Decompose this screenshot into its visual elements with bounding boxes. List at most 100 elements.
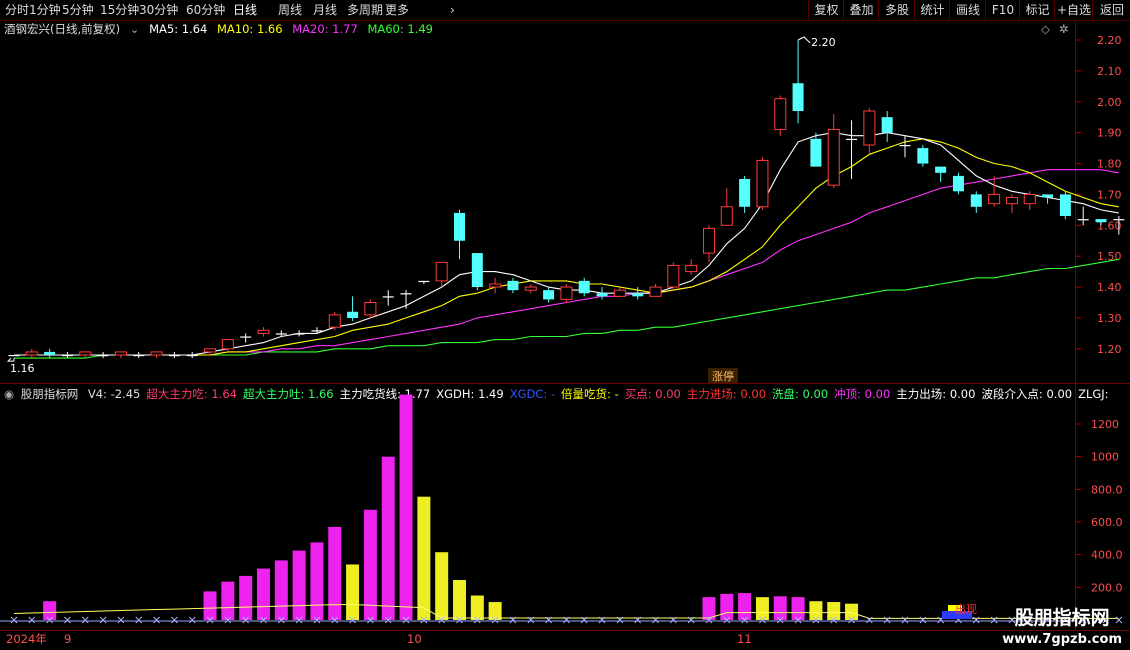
price-tick-label: 1.30 [1097, 312, 1122, 325]
high-marker-arrow [797, 36, 811, 44]
volume-bar [43, 601, 57, 620]
candle-body [524, 286, 537, 291]
candle-body [186, 355, 198, 357]
candle-body [702, 227, 715, 254]
candle-body [1095, 219, 1107, 223]
base-x-marker [28, 616, 36, 624]
volume-bar [417, 496, 431, 620]
candle-body [8, 355, 20, 357]
candle-body [168, 355, 180, 357]
candle-body [667, 264, 680, 288]
date-axis-year: 2024年 [6, 632, 47, 646]
volume-bar [274, 560, 288, 620]
price-tick-label: 2.00 [1097, 96, 1122, 109]
candle-body [25, 351, 38, 356]
low-marker-arrow [6, 357, 14, 362]
candle-body [774, 98, 787, 131]
ma5-line [14, 132, 1119, 356]
volume-bar [453, 579, 466, 620]
candle-body [328, 314, 341, 328]
base-x-marker [171, 616, 178, 624]
volume-bar [221, 581, 235, 620]
candle-body [1113, 219, 1125, 221]
date-axis-month-10: 10 [407, 632, 422, 646]
volume-tick-label: 400.0 [1091, 549, 1123, 562]
candle-body [935, 166, 947, 173]
candle-body [988, 193, 1001, 205]
volume-bar [203, 591, 217, 620]
volume-bar [363, 509, 377, 620]
candle-body [970, 194, 982, 207]
candle-body [720, 206, 733, 226]
base-x-marker [10, 616, 18, 624]
candle-body [382, 296, 394, 298]
price-tick-label: 1.80 [1097, 158, 1122, 171]
watermark-title: 股朋指标网 [1014, 607, 1110, 629]
volume-bar [773, 596, 787, 620]
price-tick-label: 1.70 [1097, 188, 1122, 201]
zhangting-tag: 涨停 [712, 369, 734, 383]
candle-body [150, 351, 163, 356]
candle-body [560, 286, 573, 300]
volume-bar [328, 526, 342, 620]
candle-body [863, 110, 876, 146]
low-price-label: 1.16 [10, 362, 35, 375]
candle-body [756, 159, 769, 208]
candle-body [418, 280, 430, 283]
candle-body [1059, 194, 1071, 217]
price-tick-label: 1.90 [1097, 127, 1122, 140]
volume-tick-label: 1200 [1091, 418, 1119, 431]
candle-body [435, 261, 448, 282]
candle-body [311, 330, 323, 332]
candle-body [881, 117, 893, 133]
volume-tick-label: 1000 [1091, 451, 1119, 464]
candle-body [649, 286, 662, 297]
base-x-marker [64, 616, 71, 624]
price-tick-label: 1.40 [1097, 281, 1122, 294]
candle-body [1023, 193, 1036, 205]
price-tick-label: 2.10 [1097, 65, 1122, 78]
volume-bar [791, 597, 805, 620]
watermark-url: www.7gpzb.com [1002, 632, 1122, 647]
chart-canvas[interactable]: 2.202.102.001.901.801.701.601.501.401.30… [0, 0, 1130, 650]
candle-body [1042, 194, 1054, 198]
ma60-line [14, 258, 1119, 359]
ma20-line [14, 169, 1119, 356]
volume-tick-label: 800.0 [1091, 483, 1123, 496]
candle-body [133, 355, 145, 357]
volume-bar [292, 550, 306, 620]
candle-body [61, 355, 73, 357]
base-x-marker [135, 616, 143, 624]
candle-body [952, 175, 964, 192]
candle-body [79, 351, 92, 356]
candle-body [97, 355, 109, 357]
candle-body [44, 351, 56, 355]
candle-body [792, 83, 804, 112]
candle-body [293, 333, 305, 335]
candle-body [204, 348, 217, 353]
base-x-marker [117, 616, 125, 624]
candle-body [596, 293, 608, 297]
base-x-marker [99, 616, 107, 624]
volume-bar [809, 601, 823, 620]
candle-body [221, 339, 234, 350]
candle-body [471, 253, 483, 288]
base-x-marker [188, 616, 196, 624]
candle-body [489, 283, 502, 288]
date-axis-month-9: 9 [64, 632, 72, 646]
candle-body [613, 289, 626, 297]
ma10-line [14, 138, 1119, 356]
candle-body [846, 138, 858, 141]
volume-bar [470, 595, 484, 620]
candle-body [347, 311, 359, 318]
candle-body [114, 351, 127, 356]
candle-body [275, 333, 287, 335]
volume-bar [720, 593, 734, 620]
candle-body [685, 264, 698, 273]
candle-body [810, 138, 822, 167]
candle-body [1077, 219, 1089, 221]
volume-bar [239, 575, 253, 620]
volume-tick-label: 200.0 [1091, 581, 1123, 594]
high-price-label: 2.20 [811, 36, 836, 49]
candle-body [827, 129, 840, 186]
